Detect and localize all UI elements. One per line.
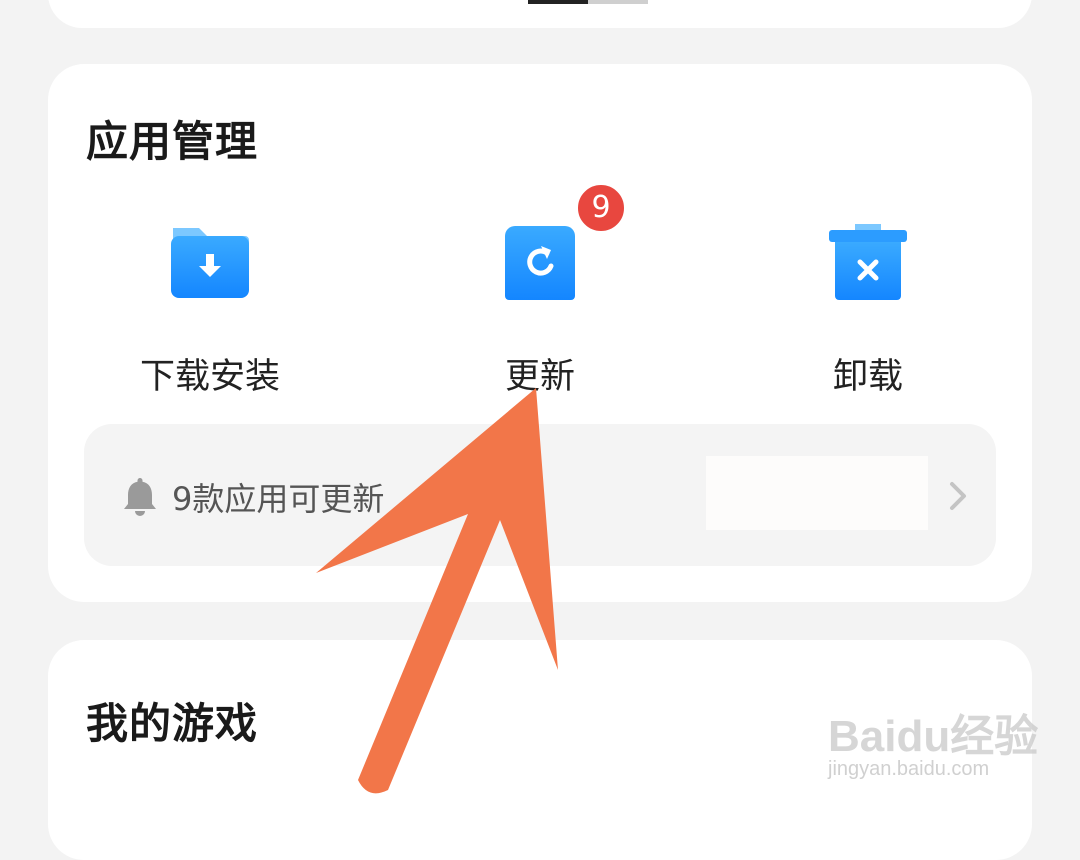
action-label: 更新 bbox=[504, 357, 575, 397]
update-count-badge: 9 bbox=[575, 182, 627, 234]
update-button[interactable]: 9 更新 bbox=[430, 182, 650, 397]
watermark-logo: Baidu经验 bbox=[828, 712, 1039, 761]
indicator-active bbox=[528, 0, 588, 4]
section-title: 我的游戏 bbox=[86, 699, 259, 748]
indicator-inactive bbox=[588, 0, 648, 4]
watermark-url: jingyan.baidu.com bbox=[828, 758, 990, 780]
carousel-indicator bbox=[528, 0, 648, 4]
app-management-card: 应用管理 下载安装 9 更新 卸载 9款应用可更新 bbox=[48, 64, 1032, 602]
section-title: 应用管理 bbox=[86, 117, 259, 166]
action-label: 下载安装 bbox=[139, 357, 280, 397]
notice-app-icons-area bbox=[706, 456, 928, 530]
uninstall-button[interactable]: 卸载 bbox=[758, 214, 978, 397]
download-install-button[interactable]: 下载安装 bbox=[100, 214, 320, 397]
bell-icon bbox=[122, 476, 158, 516]
previous-card bbox=[48, 0, 1032, 28]
refresh-icon: 9 bbox=[497, 182, 627, 304]
notice-text: 9款应用可更新 bbox=[172, 480, 385, 518]
action-label: 卸载 bbox=[832, 357, 903, 397]
trash-uninstall-icon bbox=[825, 218, 911, 304]
folder-download-icon bbox=[167, 218, 253, 304]
chevron-right-icon bbox=[948, 480, 968, 512]
update-notice-row[interactable]: 9款应用可更新 bbox=[84, 424, 996, 566]
